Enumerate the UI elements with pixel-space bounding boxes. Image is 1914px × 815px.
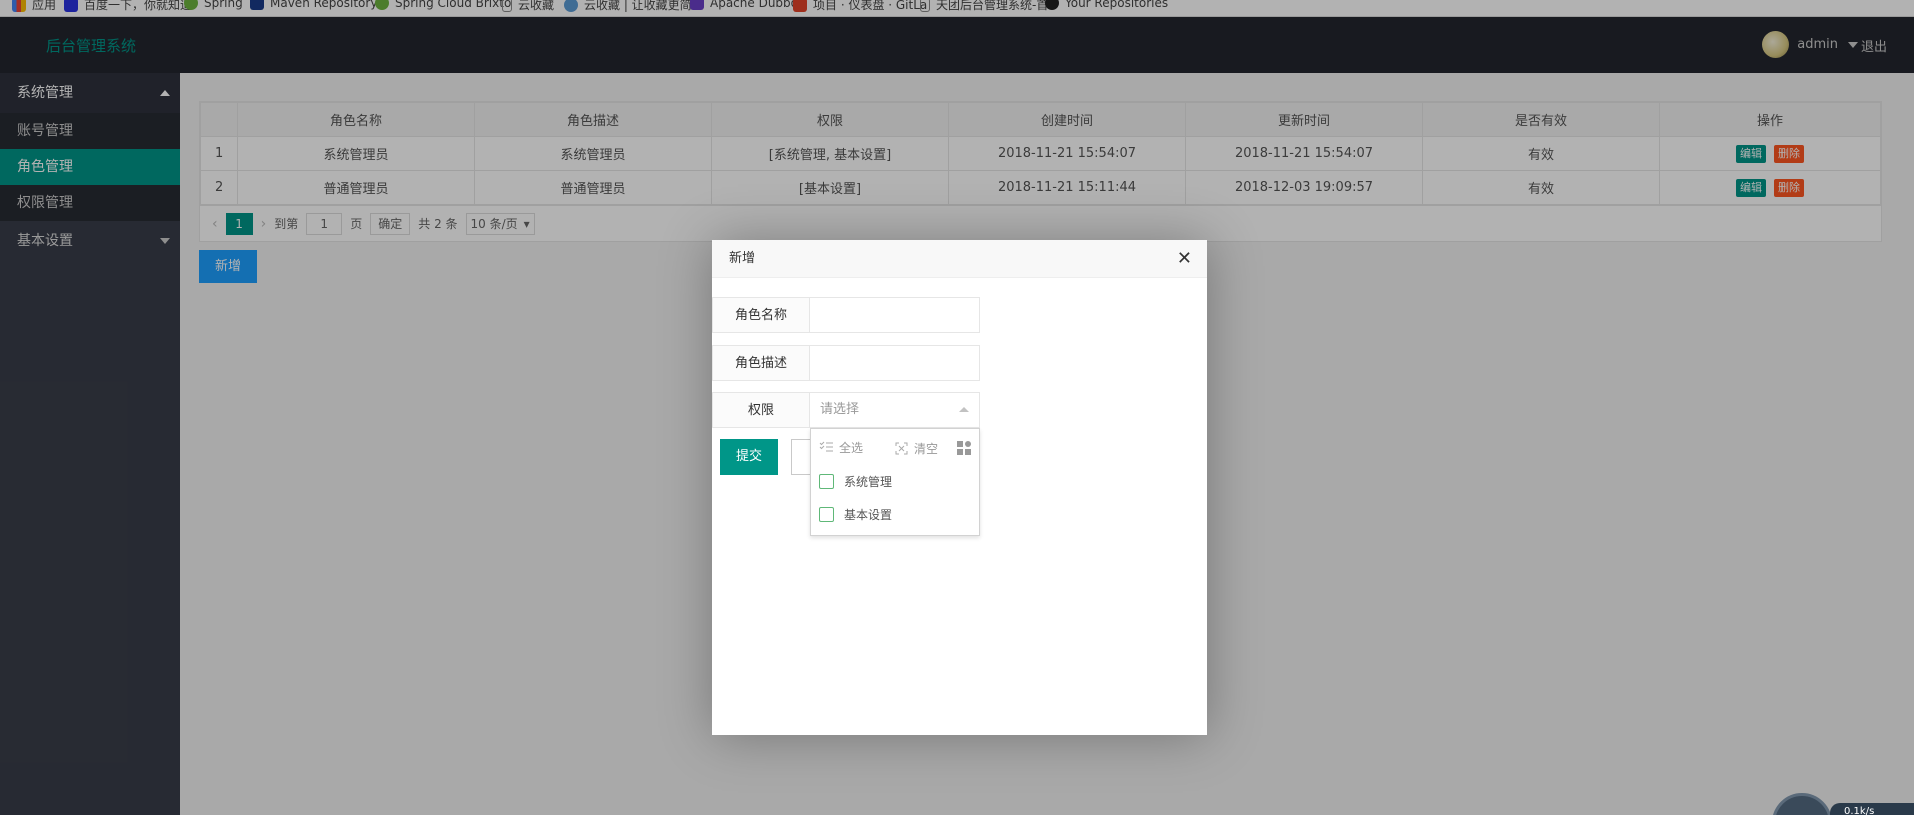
- add-role-dialog: 新增 ✕ 角色名称 角色描述 权限 请选择 提交 全选 清空 系统管理 基本设置: [712, 240, 1207, 735]
- role-name-input[interactable]: [810, 297, 980, 333]
- chevron-up-icon: [959, 407, 969, 412]
- permission-select[interactable]: 请选择: [810, 392, 980, 428]
- select-all-button[interactable]: 全选: [819, 439, 863, 456]
- clear-icon: [895, 442, 908, 455]
- permission-placeholder: 请选择: [820, 402, 860, 417]
- close-icon[interactable]: ✕: [1177, 240, 1192, 278]
- dialog-title-bar: 新增 ✕: [712, 240, 1207, 278]
- permission-dropdown: 全选 清空 系统管理 基本设置: [810, 428, 980, 536]
- option-system-management[interactable]: 系统管理: [811, 465, 979, 498]
- checkbox[interactable]: [819, 507, 834, 522]
- clear-button[interactable]: 清空: [895, 440, 938, 457]
- dropdown-toolbar: 全选 清空: [811, 429, 979, 465]
- permission-label: 权限: [712, 392, 810, 428]
- role-desc-input[interactable]: [810, 345, 980, 381]
- grid-icon[interactable]: [957, 441, 971, 458]
- option-basic-settings[interactable]: 基本设置: [811, 498, 979, 531]
- role-name-label: 角色名称: [712, 297, 810, 333]
- role-desc-label: 角色描述: [712, 345, 810, 381]
- submit-button[interactable]: 提交: [720, 439, 778, 475]
- list-check-icon: [819, 441, 833, 452]
- permission-row: 权限 请选择: [712, 392, 980, 428]
- network-speed-label: 0.1k/s: [1830, 803, 1914, 815]
- checkbox[interactable]: [819, 474, 834, 489]
- dialog-title: 新增: [729, 251, 756, 266]
- role-desc-row: 角色描述: [712, 345, 980, 381]
- role-name-row: 角色名称: [712, 297, 980, 333]
